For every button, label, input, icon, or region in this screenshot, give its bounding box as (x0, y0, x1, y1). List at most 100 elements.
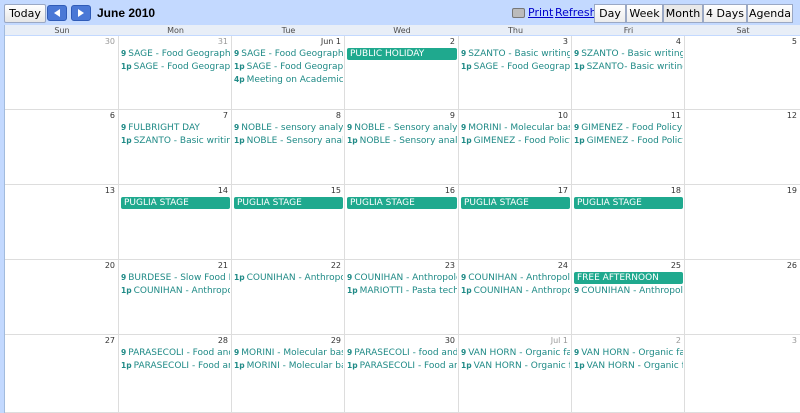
view-4-days-button[interactable]: 4 Days (703, 4, 747, 23)
day-number[interactable]: 22 (331, 261, 341, 270)
calendar-event[interactable]: 1pMORINI - Molecular basis (234, 360, 343, 371)
day-cell[interactable]: 5 (685, 36, 800, 110)
calendar-event[interactable]: 1p GIMENEZ - Food Policy (574, 135, 683, 146)
calendar-event[interactable]: 1pSAGE - Food Geography (461, 61, 570, 72)
all-day-event[interactable]: PUGLIA STAGE (347, 197, 457, 209)
calendar-event[interactable]: 1p PARASECOLI - Food and (121, 360, 230, 371)
calendar-event[interactable]: 1p MARIOTTI - Pasta techn (347, 285, 457, 296)
calendar-event[interactable]: 9 MORINI - Molecular basis (461, 122, 570, 133)
day-cell[interactable]: 13 (5, 185, 119, 260)
day-number[interactable]: 23 (445, 261, 455, 270)
calendar-event[interactable]: 1pCOUNIHAN - Anthropology (234, 272, 343, 283)
day-cell[interactable]: 3 (685, 335, 800, 413)
day-cell[interactable]: 26 (685, 260, 800, 335)
refresh-link[interactable]: Refresh (555, 6, 597, 19)
day-number[interactable]: 4 (676, 37, 681, 46)
day-number[interactable]: 15 (331, 186, 341, 195)
calendar-event[interactable]: 1p GIMENEZ - Food Policy (461, 135, 570, 146)
day-number[interactable]: 24 (558, 261, 568, 270)
all-day-event[interactable]: PUGLIA STAGE (234, 197, 343, 209)
day-cell[interactable]: 30 (5, 36, 119, 110)
day-number[interactable]: 18 (671, 186, 681, 195)
calendar-event[interactable]: 9NOBLE - sensory analysis (234, 122, 343, 133)
calendar-event[interactable]: 9 SZANTO - Basic writing (461, 48, 570, 59)
all-day-event[interactable]: PUGLIA STAGE (121, 197, 230, 209)
day-number[interactable]: 30 (445, 336, 455, 345)
calendar-event[interactable]: 1p PARASECOLI - Food and (347, 360, 457, 371)
calendar-event[interactable]: 9 SAGE - Food Geography (234, 48, 343, 59)
day-number[interactable]: Jun 1 (321, 37, 341, 46)
day-number[interactable]: 14 (218, 186, 228, 195)
day-number[interactable]: 2 (676, 336, 681, 345)
calendar-event[interactable]: 9 MORINI - Molecular basis (234, 347, 343, 358)
calendar-event[interactable]: 9 FULBRIGHT DAY (121, 122, 230, 133)
day-number[interactable]: 2 (450, 37, 455, 46)
day-number[interactable]: 13 (105, 186, 115, 195)
day-cell[interactable]: 27 (5, 335, 119, 413)
view-month-button[interactable]: Month (663, 4, 703, 23)
day-number[interactable]: 3 (563, 37, 568, 46)
day-number[interactable]: 6 (110, 111, 115, 120)
day-number[interactable]: 7 (223, 111, 228, 120)
calendar-event[interactable]: 9 SAGE - Food Geography (121, 48, 230, 59)
day-cell[interactable]: 12 (685, 110, 800, 185)
calendar-event[interactable]: 9VAN HORN - Organic farm (461, 347, 570, 358)
view-day-button[interactable]: Day (594, 4, 626, 23)
calendar-event[interactable]: 4p Meeting on Academics (234, 74, 343, 85)
day-number[interactable]: 3 (792, 336, 797, 345)
day-number[interactable]: 10 (558, 111, 568, 120)
day-number[interactable]: 19 (787, 186, 797, 195)
calendar-event[interactable]: 9 BURDESE - Slow Food Il (121, 272, 230, 283)
day-cell[interactable]: 20 (5, 260, 119, 335)
day-number[interactable]: 29 (331, 336, 341, 345)
today-button[interactable]: Today (4, 4, 46, 23)
day-number[interactable]: 30 (105, 37, 115, 46)
day-number[interactable]: 5 (792, 37, 797, 46)
all-day-event[interactable]: PUGLIA STAGE (461, 197, 570, 209)
calendar-event[interactable]: 9 PARASECOLI - food and (347, 347, 457, 358)
day-cell[interactable]: 19 (685, 185, 800, 260)
all-day-event[interactable]: PUGLIA STAGE (574, 197, 683, 209)
day-number[interactable]: 26 (787, 261, 797, 270)
calendar-event[interactable]: 1pCOUNIHAN - Anthropology (121, 285, 230, 296)
day-number[interactable]: Jul 1 (551, 336, 568, 345)
all-day-event[interactable]: PUBLIC HOLIDAY (347, 48, 457, 60)
calendar-event[interactable]: 1pCOUNIHAN - Anthropology (461, 285, 570, 296)
day-number[interactable]: 12 (787, 111, 797, 120)
day-number[interactable]: 17 (558, 186, 568, 195)
all-day-event[interactable]: FREE AFTERNOON (574, 272, 683, 284)
day-number[interactable]: 28 (218, 336, 228, 345)
calendar-event[interactable]: 1pVAN HORN - Organic farm (574, 360, 683, 371)
day-number[interactable]: 16 (445, 186, 455, 195)
day-number[interactable]: 8 (336, 111, 341, 120)
day-cell[interactable]: 6 (5, 110, 119, 185)
calendar-event[interactable]: 1p SZANTO- Basic writing (574, 61, 683, 72)
calendar-event[interactable]: 9COUNIHAN - Anthropology (574, 285, 683, 296)
calendar-event[interactable]: 1pNOBLE - Sensory analysis (234, 135, 343, 146)
day-number[interactable]: 20 (105, 261, 115, 270)
view-week-button[interactable]: Week (626, 4, 663, 23)
event-title: BURDESE - Slow Food Il (128, 273, 230, 283)
calendar-event[interactable]: 9 PARASECOLI - Food and (121, 347, 230, 358)
calendar-event[interactable]: 9COUNIHAN - Anthropology (461, 272, 570, 283)
day-number[interactable]: 31 (218, 37, 228, 46)
calendar-event[interactable]: 1pSAGE - Food Geography (234, 61, 343, 72)
calendar-event[interactable]: 9COUNIHAN - Anthropology (347, 272, 457, 283)
view-agenda-button[interactable]: Agenda (747, 4, 793, 23)
calendar-event[interactable]: 1pNOBLE - Sensory analysis (347, 135, 457, 146)
day-number[interactable]: 11 (671, 111, 681, 120)
next-month-button[interactable] (71, 5, 91, 21)
day-number[interactable]: 21 (218, 261, 228, 270)
day-number[interactable]: 27 (105, 336, 115, 345)
calendar-event[interactable]: 9VAN HORN - Organic farm (574, 347, 683, 358)
day-number[interactable]: 25 (671, 261, 681, 270)
previous-month-button[interactable] (47, 5, 67, 21)
calendar-event[interactable]: 9NOBLE - Sensory analysis (347, 122, 457, 133)
day-number[interactable]: 9 (450, 111, 455, 120)
print-link[interactable]: Print (512, 6, 553, 19)
calendar-event[interactable]: 1pSAGE - Food Geography (121, 61, 230, 72)
calendar-event[interactable]: 1pVAN HORN - Organic farm (461, 360, 570, 371)
calendar-event[interactable]: 9 GIMENEZ - Food Policy (574, 122, 683, 133)
calendar-event[interactable]: 1p SZANTO - Basic writing (121, 135, 230, 146)
calendar-event[interactable]: 9 SZANTO - Basic writing (574, 48, 683, 59)
